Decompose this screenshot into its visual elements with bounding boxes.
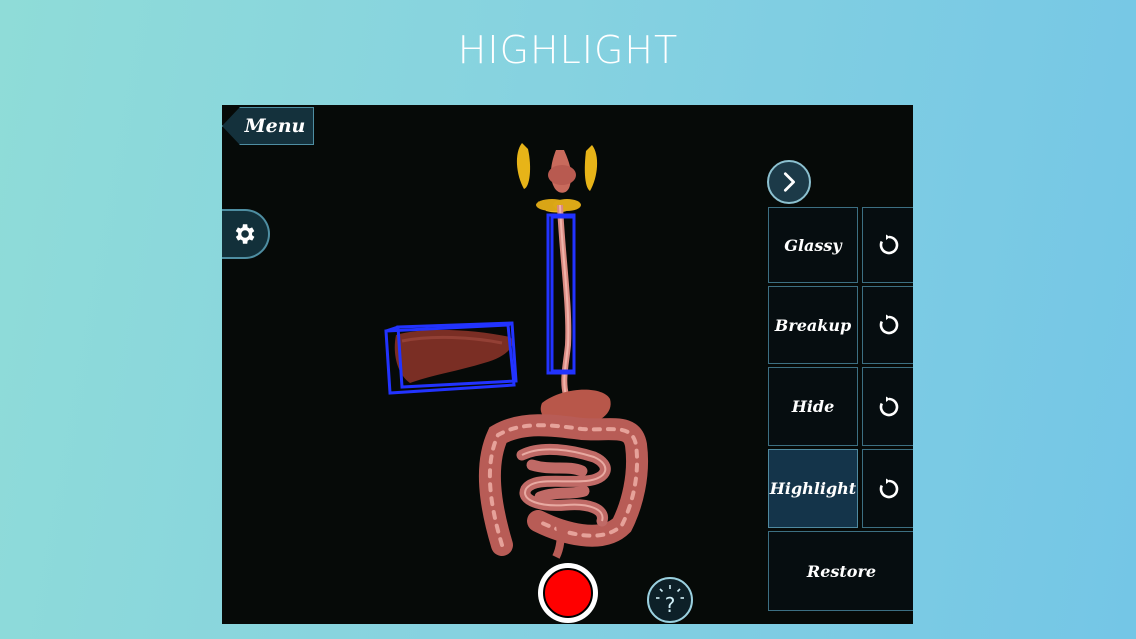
restore-button[interactable]: Restore [768,531,913,611]
next-button[interactable] [767,160,811,204]
restore-label: Restore [806,561,877,581]
refresh-icon [879,314,898,335]
app-screen: Menu Glassy Breakup Hide Highlight Resto… [222,105,913,624]
record-button[interactable] [538,563,598,623]
page-headline: HIGHLIGHT [457,28,679,72]
highlight-button[interactable]: Highlight [768,449,858,528]
question-bulb-icon: ? [656,585,684,617]
refresh-icon [879,396,898,416]
breakup-button[interactable]: Breakup [768,286,858,364]
gear-icon [235,224,255,244]
hide-reset-button[interactable] [862,367,913,446]
hide-label: Hide [791,397,835,416]
breakup-label: Breakup [774,315,852,335]
breakup-reset-button[interactable] [862,286,913,364]
glassy-label: Glassy [784,235,842,255]
hide-button[interactable]: Hide [768,367,858,446]
menu-label: Menu [244,115,306,137]
highlight-label: Highlight [769,479,857,498]
svg-text:?: ? [665,593,676,617]
refresh-icon [879,234,898,255]
small-intestine[interactable] [516,443,611,527]
refresh-icon [879,478,898,498]
menu-button[interactable]: Menu [222,107,314,145]
glassy-button[interactable]: Glassy [768,207,858,283]
chevron-right-icon [783,172,795,192]
record-icon [543,568,593,618]
settings-button[interactable] [222,209,270,259]
glassy-reset-button[interactable] [862,207,913,283]
highlight-reset-button[interactable] [862,449,913,528]
help-button[interactable]: ? [647,577,693,623]
